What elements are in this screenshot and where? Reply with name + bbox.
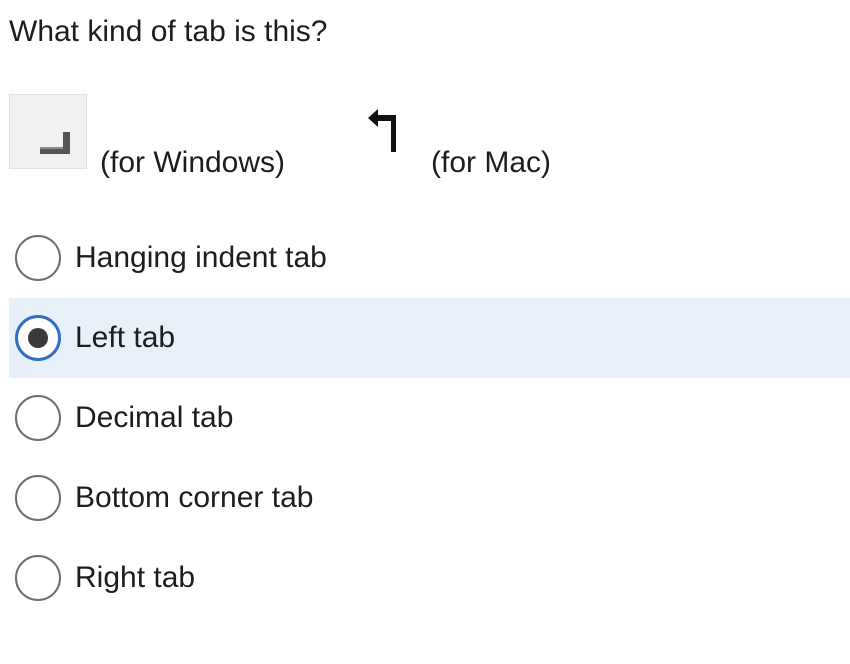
radio-button[interactable] — [15, 315, 61, 361]
radio-dot — [28, 328, 48, 348]
question-text: What kind of tab is this? — [9, 15, 328, 48]
option-hanging-indent-tab[interactable]: Hanging indent tab — [9, 218, 850, 298]
radio-button[interactable] — [15, 235, 61, 281]
tab-icons-row: (for Windows) (for Mac) — [0, 94, 850, 194]
windows-tab-icon — [9, 94, 87, 169]
radio-button[interactable] — [15, 555, 61, 601]
option-label: Bottom corner tab — [75, 481, 314, 514]
option-left-tab[interactable]: Left tab — [9, 298, 850, 378]
mac-caption: (for Mac) — [431, 146, 551, 179]
radio-button[interactable] — [15, 475, 61, 521]
option-label: Left tab — [75, 321, 176, 354]
option-label: Hanging indent tab — [75, 241, 327, 274]
answer-options: Hanging indent tab Left tab Decimal tab … — [9, 218, 850, 618]
option-decimal-tab[interactable]: Decimal tab — [9, 378, 850, 458]
option-bottom-corner-tab[interactable]: Bottom corner tab — [9, 458, 850, 538]
option-label: Decimal tab — [75, 401, 234, 434]
option-right-tab[interactable]: Right tab — [9, 538, 850, 618]
option-label: Right tab — [75, 561, 196, 594]
windows-caption: (for Windows) — [100, 146, 286, 179]
mac-tab-icon — [364, 106, 404, 152]
radio-button[interactable] — [15, 395, 61, 441]
